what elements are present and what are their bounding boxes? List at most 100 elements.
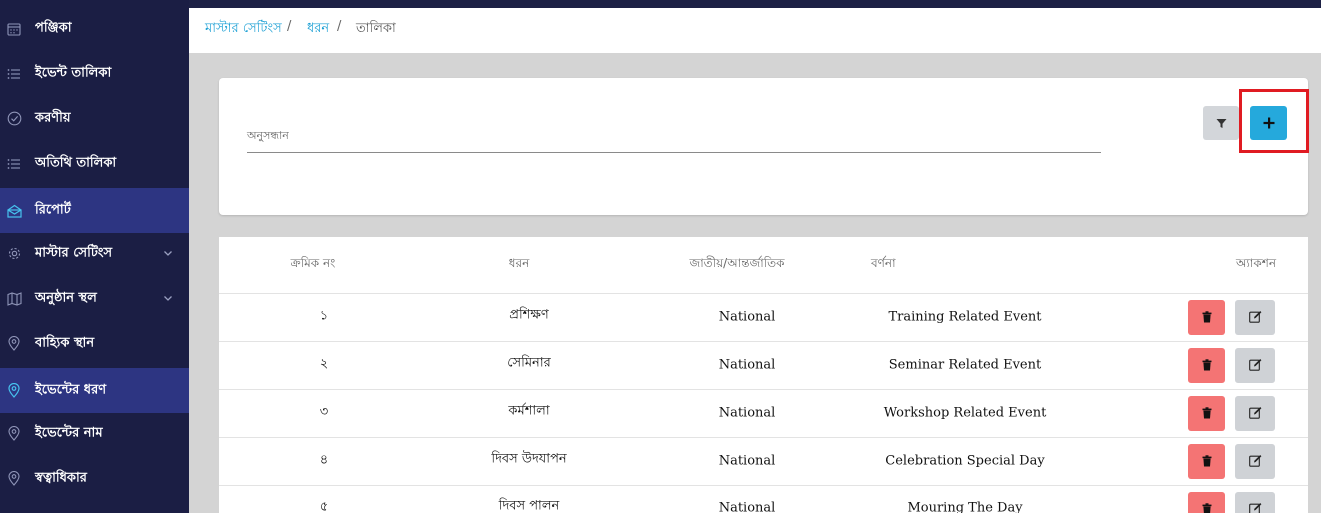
cell-serial: ৫ xyxy=(319,499,329,513)
cell-scope: National xyxy=(718,309,776,325)
sidebar-item-event-name[interactable]: ইভেন্টের নাম xyxy=(0,411,189,456)
breadcrumb-master-settings[interactable]: মাস্টার সেটিংস xyxy=(205,19,282,40)
breadcrumb-type[interactable]: ধরন xyxy=(307,19,329,40)
cell-serial: ৩ xyxy=(319,404,329,420)
location-pin-icon xyxy=(6,426,22,442)
search-input[interactable] xyxy=(247,144,1101,153)
edit-icon xyxy=(1248,452,1262,471)
header-action: অ্যাকশন xyxy=(1236,256,1277,270)
cell-serial: ৪ xyxy=(319,452,329,468)
cell-type: প্রশিক্ষণ xyxy=(509,307,549,323)
cell-scope: National xyxy=(718,453,776,469)
edit-icon xyxy=(1248,356,1262,375)
sidebar-item-guest-list[interactable]: অতিথি তালিকা xyxy=(0,141,189,186)
cell-description: Celebration Special Day xyxy=(885,453,1045,469)
calendar-icon xyxy=(6,21,22,37)
delete-button[interactable] xyxy=(1188,396,1225,431)
trash-icon xyxy=(1202,500,1212,513)
sidebar-item-label: ইভেন্ট তালিকা xyxy=(35,65,112,80)
cell-scope: National xyxy=(718,405,776,421)
add-button[interactable] xyxy=(1250,106,1287,140)
row-divider xyxy=(219,341,1308,342)
breadcrumb-current: তালিকা xyxy=(356,21,396,36)
delete-button[interactable] xyxy=(1188,300,1225,335)
sidebar-item-calendar[interactable]: পঞ্জিকা xyxy=(0,6,189,51)
row-divider xyxy=(219,293,1308,294)
cell-scope: National xyxy=(718,357,776,373)
breadcrumb-separator: / xyxy=(287,19,292,34)
row-divider xyxy=(219,389,1308,390)
cell-description: Seminar Related Event xyxy=(888,357,1042,373)
chevron-down-icon xyxy=(162,248,174,260)
header-description: বর্ণনা xyxy=(871,256,896,270)
cell-description: Workshop Related Event xyxy=(883,405,1047,421)
cell-serial: ২ xyxy=(319,356,329,372)
list-icon xyxy=(6,66,22,82)
sidebar-item-label: বাহ্যিক স্থান xyxy=(35,335,95,350)
sidebar-item-master-settings[interactable]: মাস্টার সেটিংস xyxy=(0,231,189,276)
plus-icon xyxy=(1263,114,1275,133)
trash-icon xyxy=(1202,452,1212,471)
breadcrumb: মাস্টার সেটিংস / ধরন / তালিকা xyxy=(189,8,1321,53)
sidebar-item-event-list[interactable]: ইভেন্ট তালিকা xyxy=(0,51,189,96)
row-divider xyxy=(219,437,1308,438)
sidebar-item-label: করণীয় xyxy=(35,110,71,125)
sidebar-item-todo[interactable]: করণীয় xyxy=(0,96,189,141)
cell-serial: ১ xyxy=(319,308,329,324)
cell-scope: National xyxy=(718,500,776,513)
filter-button[interactable] xyxy=(1203,106,1239,140)
search-card: অনুসন্ধান xyxy=(219,78,1308,215)
sidebar-item-label: ইভেন্টের ধরণ xyxy=(35,382,107,397)
sidebar-item-ownership[interactable]: স্বত্বাধিকার xyxy=(0,456,189,501)
trash-icon xyxy=(1202,356,1212,375)
list-icon xyxy=(6,156,22,172)
top-bar xyxy=(0,0,1321,8)
delete-button[interactable] xyxy=(1188,444,1225,479)
cell-type: কর্মশালা xyxy=(508,403,550,419)
edit-button[interactable] xyxy=(1235,348,1275,383)
sidebar-item-venue[interactable]: অনুষ্ঠান স্থল xyxy=(0,276,189,321)
sidebar: পঞ্জিকা ইভেন্ট তালিকা করণীয় অতিথি তালিক… xyxy=(0,0,189,513)
sidebar-item-label: অনুষ্ঠান স্থল xyxy=(35,290,97,305)
map-icon xyxy=(6,291,22,307)
edit-icon xyxy=(1248,404,1262,423)
edit-button[interactable] xyxy=(1235,444,1275,479)
cell-type: দিবস পালন xyxy=(498,498,560,513)
sidebar-item-label: স্বত্বাধিকার xyxy=(35,470,87,485)
edit-button[interactable] xyxy=(1235,300,1275,335)
row-divider xyxy=(219,485,1308,486)
sidebar-item-label: রিপোর্ট xyxy=(35,202,71,217)
breadcrumb-separator: / xyxy=(337,19,342,34)
cell-type: সেমিনার xyxy=(507,355,551,371)
header-type: ধরন xyxy=(508,256,530,270)
chevron-down-icon xyxy=(162,293,174,305)
data-table: ক্রমিক নং ধরন জাতীয়/আন্তর্জাতিক বর্ণনা … xyxy=(219,237,1308,513)
check-circle-icon xyxy=(6,111,22,127)
delete-button[interactable] xyxy=(1188,492,1225,513)
cell-description: Training Related Event xyxy=(888,309,1042,325)
delete-button[interactable] xyxy=(1188,348,1225,383)
sidebar-item-label: পঞ্জিকা xyxy=(35,20,72,35)
cell-description: Mouring The Day xyxy=(907,500,1023,513)
cell-type: দিবস উদযাপন xyxy=(491,451,567,467)
sidebar-item-label: মাস্টার সেটিংস xyxy=(35,245,113,260)
sidebar-item-external-venue[interactable]: বাহ্যিক স্থান xyxy=(0,321,189,366)
trash-icon xyxy=(1202,308,1212,327)
gear-icon xyxy=(6,246,22,262)
filter-icon xyxy=(1216,114,1227,133)
edit-button[interactable] xyxy=(1235,396,1275,431)
mail-open-icon xyxy=(6,203,22,219)
trash-icon xyxy=(1202,404,1212,423)
sidebar-item-label: ইভেন্টের নাম xyxy=(35,425,103,440)
header-scope: জাতীয়/আন্তর্জাতিক xyxy=(689,256,785,270)
location-pin-icon xyxy=(6,336,22,352)
sidebar-item-label: অতিথি তালিকা xyxy=(35,155,117,170)
sidebar-item-report[interactable]: রিপোর্ট xyxy=(0,188,189,233)
header-serial: ক্রমিক নং xyxy=(290,256,336,270)
edit-button[interactable] xyxy=(1235,492,1275,513)
edit-icon xyxy=(1248,308,1262,327)
location-pin-icon xyxy=(6,471,22,487)
location-pin-icon xyxy=(6,383,22,399)
edit-icon xyxy=(1248,500,1262,513)
sidebar-item-event-type[interactable]: ইভেন্টের ধরণ xyxy=(0,368,189,413)
